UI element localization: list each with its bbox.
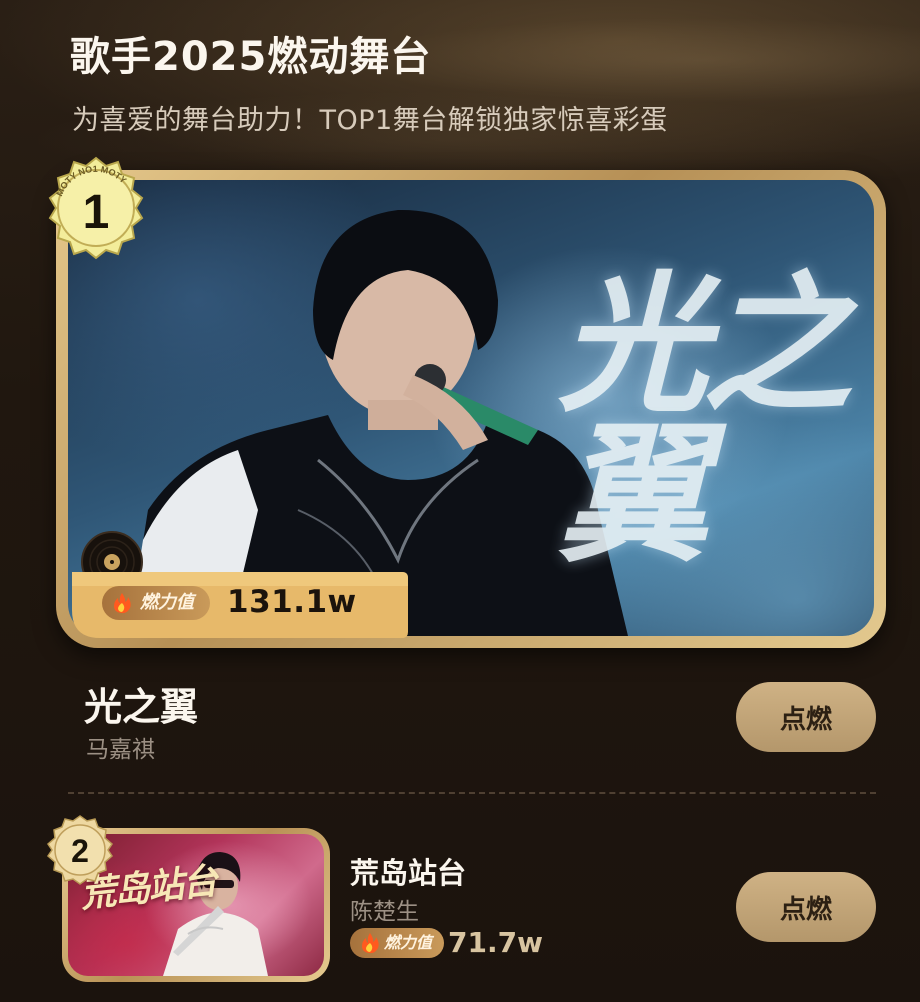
heat-label-text: 燃力值 (384, 933, 433, 952)
rank-1-number: 1 (83, 186, 110, 239)
page-title: 歌手2025燃动舞台 (70, 34, 432, 80)
rank-2-medal-badge-icon: 2 (47, 815, 113, 885)
rank-1-artist: 马嘉祺 (86, 737, 155, 763)
flame-icon (114, 593, 131, 614)
rank-1-cover-image[interactable]: 光之翼 (68, 180, 874, 636)
rank-1-heat-bar: 燃力值 131.1w (72, 572, 412, 638)
rank-2-heat: 燃力值 71.7w (350, 926, 543, 959)
heat-label-text: 燃力值 (140, 592, 194, 613)
page-subtitle: 为喜爱的舞台助力！TOP1舞台解锁独家惊喜彩蛋 (72, 105, 668, 136)
rank-2-number: 2 (71, 833, 89, 869)
rank-1-medal-badge-icon: MOTY NO1 MOTY 1 (48, 156, 144, 260)
rank-1-heat-label: 燃力值 (102, 586, 210, 620)
rank-2-heat-label: 燃力值 (350, 928, 445, 958)
rank-2-song-title: 荒岛站台 (350, 856, 467, 890)
rank-1-song-title: 光之翼 (84, 685, 199, 729)
rank-2-heat-value: 71.7w (448, 926, 543, 959)
rank-1-ignite-button[interactable]: 点燃 (736, 682, 876, 752)
divider (68, 792, 876, 794)
page: 歌手2025燃动舞台 为喜爱的舞台助力！TOP1舞台解锁独家惊喜彩蛋 光之翼 M… (0, 0, 920, 1002)
rank-2-ignite-button[interactable]: 点燃 (736, 872, 876, 942)
flame-icon (362, 933, 379, 954)
rank-2-artist: 陈楚生 (350, 899, 419, 925)
rank-1-cover-title: 光之翼 (558, 257, 852, 583)
rank-1-heat-value: 131.1w (227, 584, 357, 620)
